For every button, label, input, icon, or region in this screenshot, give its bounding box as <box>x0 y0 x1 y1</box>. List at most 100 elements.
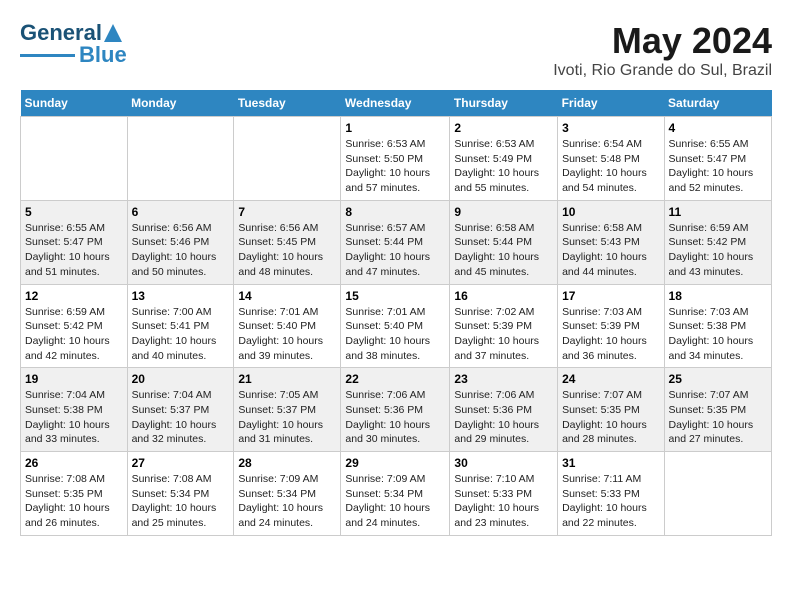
day-cell: 4 Sunrise: 6:55 AM Sunset: 5:47 PM Daylig… <box>664 117 771 201</box>
day-info: Sunrise: 7:06 AM Sunset: 5:36 PM Dayligh… <box>454 388 553 447</box>
day-number: 8 <box>345 205 445 219</box>
day-info: Sunrise: 6:58 AM Sunset: 5:44 PM Dayligh… <box>454 221 553 280</box>
day-cell: 22Sunrise: 7:06 AM Sunset: 5:36 PM Dayli… <box>341 368 450 452</box>
day-info: Sunrise: 6:56 AM Sunset: 5:46 PM Dayligh… <box>132 221 230 280</box>
title-block: May 2024 Ivoti, Rio Grande do Sul, Brazi… <box>553 20 772 80</box>
day-info: Sunrise: 7:04 AM Sunset: 5:38 PM Dayligh… <box>25 388 123 447</box>
day-number: 20 <box>132 372 230 386</box>
weekday-header-friday: Friday <box>558 90 664 117</box>
day-number: 3 <box>562 121 659 135</box>
logo-icon <box>104 24 122 42</box>
day-cell: 1 Sunrise: 6:53 AM Sunset: 5:50 PM Daylig… <box>341 117 450 201</box>
day-number: 7 <box>238 205 336 219</box>
day-cell: 5 Sunrise: 6:55 AM Sunset: 5:47 PM Daylig… <box>21 200 128 284</box>
day-number: 16 <box>454 289 553 303</box>
day-info: Sunrise: 6:59 AM Sunset: 5:42 PM Dayligh… <box>25 305 123 364</box>
logo-blue: Blue <box>79 42 127 68</box>
day-number: 12 <box>25 289 123 303</box>
day-cell: 12 Sunrise: 6:59 AM Sunset: 5:42 PM Dayli… <box>21 284 128 368</box>
day-cell: 31 Sunrise: 7:11 AM Sunset: 5:33 PM Dayli… <box>558 452 664 536</box>
day-number: 30 <box>454 456 553 470</box>
logo: General Blue <box>20 20 127 68</box>
day-cell: 17Sunrise: 7:03 AM Sunset: 5:39 PM Dayli… <box>558 284 664 368</box>
day-number: 9 <box>454 205 553 219</box>
weekday-header-tuesday: Tuesday <box>234 90 341 117</box>
day-info: Sunrise: 7:10 AM Sunset: 5:33 PM Dayligh… <box>454 472 553 531</box>
day-info: Sunrise: 7:11 AM Sunset: 5:33 PM Dayligh… <box>562 472 659 531</box>
week-row-3: 12 Sunrise: 6:59 AM Sunset: 5:42 PM Dayli… <box>21 284 772 368</box>
logo-line <box>20 54 75 57</box>
weekday-header-saturday: Saturday <box>664 90 771 117</box>
week-row-5: 26 Sunrise: 7:08 AM Sunset: 5:35 PM Dayli… <box>21 452 772 536</box>
day-number: 6 <box>132 205 230 219</box>
day-number: 21 <box>238 372 336 386</box>
day-info: Sunrise: 7:02 AM Sunset: 5:39 PM Dayligh… <box>454 305 553 364</box>
day-info: Sunrise: 7:01 AM Sunset: 5:40 PM Dayligh… <box>345 305 445 364</box>
day-number: 23 <box>454 372 553 386</box>
calendar-table: SundayMondayTuesdayWednesdayThursdayFrid… <box>20 90 772 536</box>
week-row-4: 19 Sunrise: 7:04 AM Sunset: 5:38 PM Dayli… <box>21 368 772 452</box>
day-cell: 20 Sunrise: 7:04 AM Sunset: 5:37 PM Dayli… <box>127 368 234 452</box>
day-info: Sunrise: 7:08 AM Sunset: 5:35 PM Dayligh… <box>25 472 123 531</box>
day-info: Sunrise: 7:05 AM Sunset: 5:37 PM Dayligh… <box>238 388 336 447</box>
day-cell: 24 Sunrise: 7:07 AM Sunset: 5:35 PM Dayli… <box>558 368 664 452</box>
day-number: 31 <box>562 456 659 470</box>
day-info: Sunrise: 6:55 AM Sunset: 5:47 PM Dayligh… <box>669 137 767 196</box>
day-cell: 6 Sunrise: 6:56 AM Sunset: 5:46 PM Daylig… <box>127 200 234 284</box>
day-cell: 9 Sunrise: 6:58 AM Sunset: 5:44 PM Daylig… <box>450 200 558 284</box>
day-number: 4 <box>669 121 767 135</box>
day-cell: 18 Sunrise: 7:03 AM Sunset: 5:38 PM Dayli… <box>664 284 771 368</box>
day-cell: 30 Sunrise: 7:10 AM Sunset: 5:33 PM Dayli… <box>450 452 558 536</box>
page-header: General Blue May 2024 Ivoti, Rio Grande … <box>20 20 772 80</box>
day-cell: 29Sunrise: 7:09 AM Sunset: 5:34 PM Dayli… <box>341 452 450 536</box>
day-info: Sunrise: 7:01 AM Sunset: 5:40 PM Dayligh… <box>238 305 336 364</box>
day-info: Sunrise: 7:07 AM Sunset: 5:35 PM Dayligh… <box>562 388 659 447</box>
day-cell: 11Sunrise: 6:59 AM Sunset: 5:42 PM Dayli… <box>664 200 771 284</box>
day-info: Sunrise: 7:04 AM Sunset: 5:37 PM Dayligh… <box>132 388 230 447</box>
day-cell: 25Sunrise: 7:07 AM Sunset: 5:35 PM Dayli… <box>664 368 771 452</box>
day-number: 26 <box>25 456 123 470</box>
day-number: 25 <box>669 372 767 386</box>
day-cell: 7Sunrise: 6:56 AM Sunset: 5:45 PM Daylig… <box>234 200 341 284</box>
day-info: Sunrise: 6:58 AM Sunset: 5:43 PM Dayligh… <box>562 221 659 280</box>
day-info: Sunrise: 6:55 AM Sunset: 5:47 PM Dayligh… <box>25 221 123 280</box>
day-cell <box>234 117 341 201</box>
day-cell: 19 Sunrise: 7:04 AM Sunset: 5:38 PM Dayli… <box>21 368 128 452</box>
day-cell <box>664 452 771 536</box>
week-row-1: 1 Sunrise: 6:53 AM Sunset: 5:50 PM Daylig… <box>21 117 772 201</box>
weekday-header-row: SundayMondayTuesdayWednesdayThursdayFrid… <box>21 90 772 117</box>
weekday-header-thursday: Thursday <box>450 90 558 117</box>
day-cell: 8Sunrise: 6:57 AM Sunset: 5:44 PM Daylig… <box>341 200 450 284</box>
day-number: 19 <box>25 372 123 386</box>
day-number: 24 <box>562 372 659 386</box>
weekday-header-monday: Monday <box>127 90 234 117</box>
day-cell: 3 Sunrise: 6:54 AM Sunset: 5:48 PM Daylig… <box>558 117 664 201</box>
day-number: 5 <box>25 205 123 219</box>
day-number: 15 <box>345 289 445 303</box>
calendar-title: May 2024 <box>553 20 772 62</box>
day-number: 1 <box>345 121 445 135</box>
day-info: Sunrise: 7:03 AM Sunset: 5:38 PM Dayligh… <box>669 305 767 364</box>
day-cell <box>127 117 234 201</box>
day-info: Sunrise: 6:53 AM Sunset: 5:50 PM Dayligh… <box>345 137 445 196</box>
day-cell: 15 Sunrise: 7:01 AM Sunset: 5:40 PM Dayli… <box>341 284 450 368</box>
day-number: 10 <box>562 205 659 219</box>
day-info: Sunrise: 7:09 AM Sunset: 5:34 PM Dayligh… <box>238 472 336 531</box>
day-cell: 28Sunrise: 7:09 AM Sunset: 5:34 PM Dayli… <box>234 452 341 536</box>
day-number: 13 <box>132 289 230 303</box>
day-cell: 10 Sunrise: 6:58 AM Sunset: 5:43 PM Dayli… <box>558 200 664 284</box>
day-cell: 21 Sunrise: 7:05 AM Sunset: 5:37 PM Dayli… <box>234 368 341 452</box>
day-cell: 13Sunrise: 7:00 AM Sunset: 5:41 PM Dayli… <box>127 284 234 368</box>
day-number: 14 <box>238 289 336 303</box>
day-number: 18 <box>669 289 767 303</box>
day-cell: 16 Sunrise: 7:02 AM Sunset: 5:39 PM Dayli… <box>450 284 558 368</box>
day-number: 2 <box>454 121 553 135</box>
day-info: Sunrise: 6:54 AM Sunset: 5:48 PM Dayligh… <box>562 137 659 196</box>
day-number: 29 <box>345 456 445 470</box>
day-cell: 2Sunrise: 6:53 AM Sunset: 5:49 PM Daylig… <box>450 117 558 201</box>
day-cell: 26 Sunrise: 7:08 AM Sunset: 5:35 PM Dayli… <box>21 452 128 536</box>
weekday-header-wednesday: Wednesday <box>341 90 450 117</box>
day-number: 11 <box>669 205 767 219</box>
week-row-2: 5 Sunrise: 6:55 AM Sunset: 5:47 PM Daylig… <box>21 200 772 284</box>
weekday-header-sunday: Sunday <box>21 90 128 117</box>
